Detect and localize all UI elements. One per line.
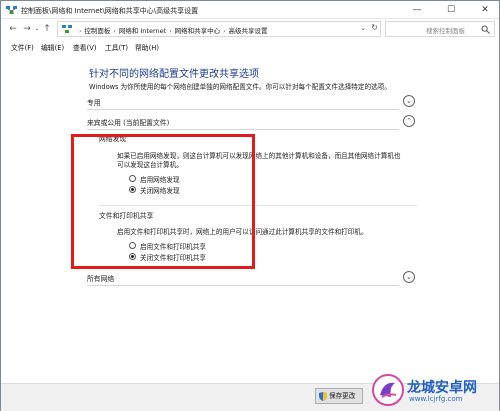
watermark-logo-icon <box>372 374 404 406</box>
control-panel-window: 控制面板\网络和 Internet\网络和共享中心\高级共享设置 — ☐ ✕ ←… <box>0 0 500 411</box>
breadcrumb-item[interactable]: 高级共享设置 <box>229 27 268 35</box>
menu-file[interactable]: 文件(F) <box>11 42 34 52</box>
watermark: 龙城安卓网 www.lcjrfg.com <box>369 371 499 409</box>
breadcrumb-item[interactable]: 控制面板 <box>84 27 110 35</box>
refresh-icon[interactable]: ↻ <box>371 23 378 32</box>
network-icon <box>6 6 17 14</box>
menu-tools[interactable]: 工具(T) <box>105 42 128 52</box>
divider <box>87 109 399 110</box>
search-icon[interactable] <box>481 25 490 34</box>
navigation-toolbar: ← → ⌄ ↑ › 控制面板 › 网络和 Internet › 网络和共享中心 › 高级共享设… <box>1 19 499 39</box>
title-bar: 控制面板\网络和 Internet\网络和共享中心\高级共享设置 — ☐ ✕ <box>1 1 499 19</box>
address-dropdown-icon[interactable]: ⌄ <box>360 24 366 32</box>
divider <box>87 129 399 130</box>
search-input[interactable]: 搜索控制面板 <box>385 21 495 37</box>
menu-edit[interactable]: 编辑(E) <box>41 42 64 52</box>
watermark-url: www.lcjrfg.com <box>409 395 463 403</box>
network-icon <box>62 25 72 33</box>
back-button[interactable]: ← <box>7 23 19 35</box>
section-private-label: 专用 <box>87 99 101 107</box>
page-title: 针对不同的网络配置文件更改共享选项 <box>89 69 259 80</box>
breadcrumb-chevron-icon: › <box>79 28 82 35</box>
section-all-networks[interactable]: 所有网络 ⌄ <box>87 271 417 286</box>
save-changes-button[interactable]: 保存更改 <box>315 388 363 404</box>
section-guest-public[interactable]: 来宾或公用 (当前配置文件) ⌃ <box>87 115 417 130</box>
menu-view[interactable]: 查看(V) <box>73 42 97 52</box>
up-button[interactable]: ↑ <box>41 23 53 35</box>
highlight-annotation-box <box>71 134 255 269</box>
breadcrumb: › 控制面板 › 网络和 Internet › 网络和共享中心 › 高级共享设置 <box>76 25 268 35</box>
maximize-button[interactable]: ☐ <box>437 1 465 19</box>
save-changes-label: 保存更改 <box>329 392 356 400</box>
window-title: 控制面板\网络和 Internet\网络和共享中心\高级共享设置 <box>21 7 199 15</box>
menu-bar: 文件(F) 编辑(E) 查看(V) 工具(T) 帮助(H) <box>1 39 499 53</box>
breadcrumb-item[interactable]: 网络和共享中心 <box>175 27 221 35</box>
breadcrumb-chevron-icon: › <box>113 28 116 35</box>
breadcrumb-chevron-icon: › <box>169 28 172 35</box>
section-private[interactable]: 专用 ⌄ <box>87 95 417 110</box>
chevron-down-icon[interactable]: ⌄ <box>403 271 415 283</box>
section-all-label: 所有网络 <box>87 275 115 283</box>
breadcrumb-item[interactable]: 网络和 Internet <box>119 27 166 35</box>
chevron-up-icon[interactable]: ⌃ <box>403 115 415 127</box>
chevron-down-icon[interactable]: ⌄ <box>403 95 415 107</box>
menu-help[interactable]: 帮助(H) <box>135 42 159 52</box>
page-intro: Windows 为你所使用的每个网络创建单独的网络配置文件。你可以针对每个配置文… <box>89 83 391 91</box>
section-guest-label: 来宾或公用 (当前配置文件) <box>87 119 170 127</box>
shield-icon <box>319 392 327 401</box>
search-placeholder: 搜索控制面板 <box>426 27 465 35</box>
address-bar[interactable]: › 控制面板 › 网络和 Internet › 网络和共享中心 › 高级共享设置 ⌄ ↻ <box>57 21 381 37</box>
watermark-name: 龙城安卓网 <box>407 380 477 396</box>
breadcrumb-chevron-icon: › <box>223 28 226 35</box>
divider <box>87 285 399 286</box>
close-button[interactable]: ✕ <box>471 1 499 19</box>
minimize-button[interactable]: — <box>403 1 431 19</box>
